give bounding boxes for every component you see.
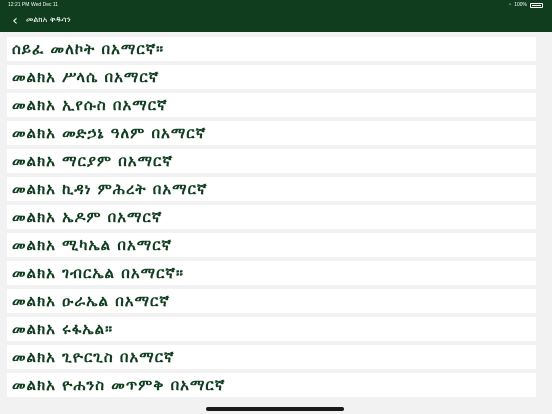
list-item[interactable]: ሰይፈ መለኮት በአማርኛ።	[7, 37, 536, 61]
list-item[interactable]: መልክአ ሩፋኤል።	[7, 317, 536, 341]
chevron-left-icon[interactable]: ‹	[8, 13, 22, 29]
list-item[interactable]: መልክአ ዑራኤል በአማርኛ	[7, 289, 536, 313]
list-item[interactable]: መልክአ ጊዮርጊስ በአማርኛ	[7, 345, 536, 369]
list-item[interactable]: መልክአ ገብርኤል በአማርኛ።	[7, 261, 536, 285]
status-time: 12:21 PM	[8, 2, 30, 8]
list-item[interactable]: መልክአ ኤዶም በአማርኛ	[7, 205, 536, 229]
status-bar: 12:21 PM Wed Dec 11 ◔ 100%	[0, 0, 552, 10]
item-list: ሰይፈ መለኮት በአማርኛ። መልክአ ሥላሴ በአማርኛ መልክአ ኢየሱስ…	[7, 37, 536, 401]
home-indicator[interactable]	[206, 407, 344, 411]
list-item[interactable]: መልክአ መድኃኔ ዓለም በአማርኛ	[7, 121, 536, 145]
status-right: ◔ 100%	[508, 2, 543, 8]
battery-percent: 100%	[514, 2, 527, 8]
list-item[interactable]: መልክአ ኢየሱስ በአማርኛ	[7, 93, 536, 117]
battery-icon	[530, 2, 543, 8]
list-item[interactable]: መልክአ ኪዳነ ምሕረት በአማርኛ	[7, 177, 536, 201]
nav-bar: ‹ መልክአ ቅዱሳን	[0, 10, 552, 32]
page-title: መልክአ ቅዱሳን	[26, 15, 71, 24]
list-item[interactable]: መልክአ ማርያም በአማርኛ	[7, 149, 536, 173]
list-item[interactable]: መልክአ ሥላሴ በአማርኛ	[7, 65, 536, 89]
list-item[interactable]: መልክአ ዮሐንስ መጥምቅ በአማርኛ	[7, 373, 536, 397]
wifi-icon: ◔	[508, 2, 512, 8]
list-item[interactable]: መልክአ ሚካኤል በአማርኛ	[7, 233, 536, 257]
status-date: Wed Dec 11	[31, 2, 59, 8]
